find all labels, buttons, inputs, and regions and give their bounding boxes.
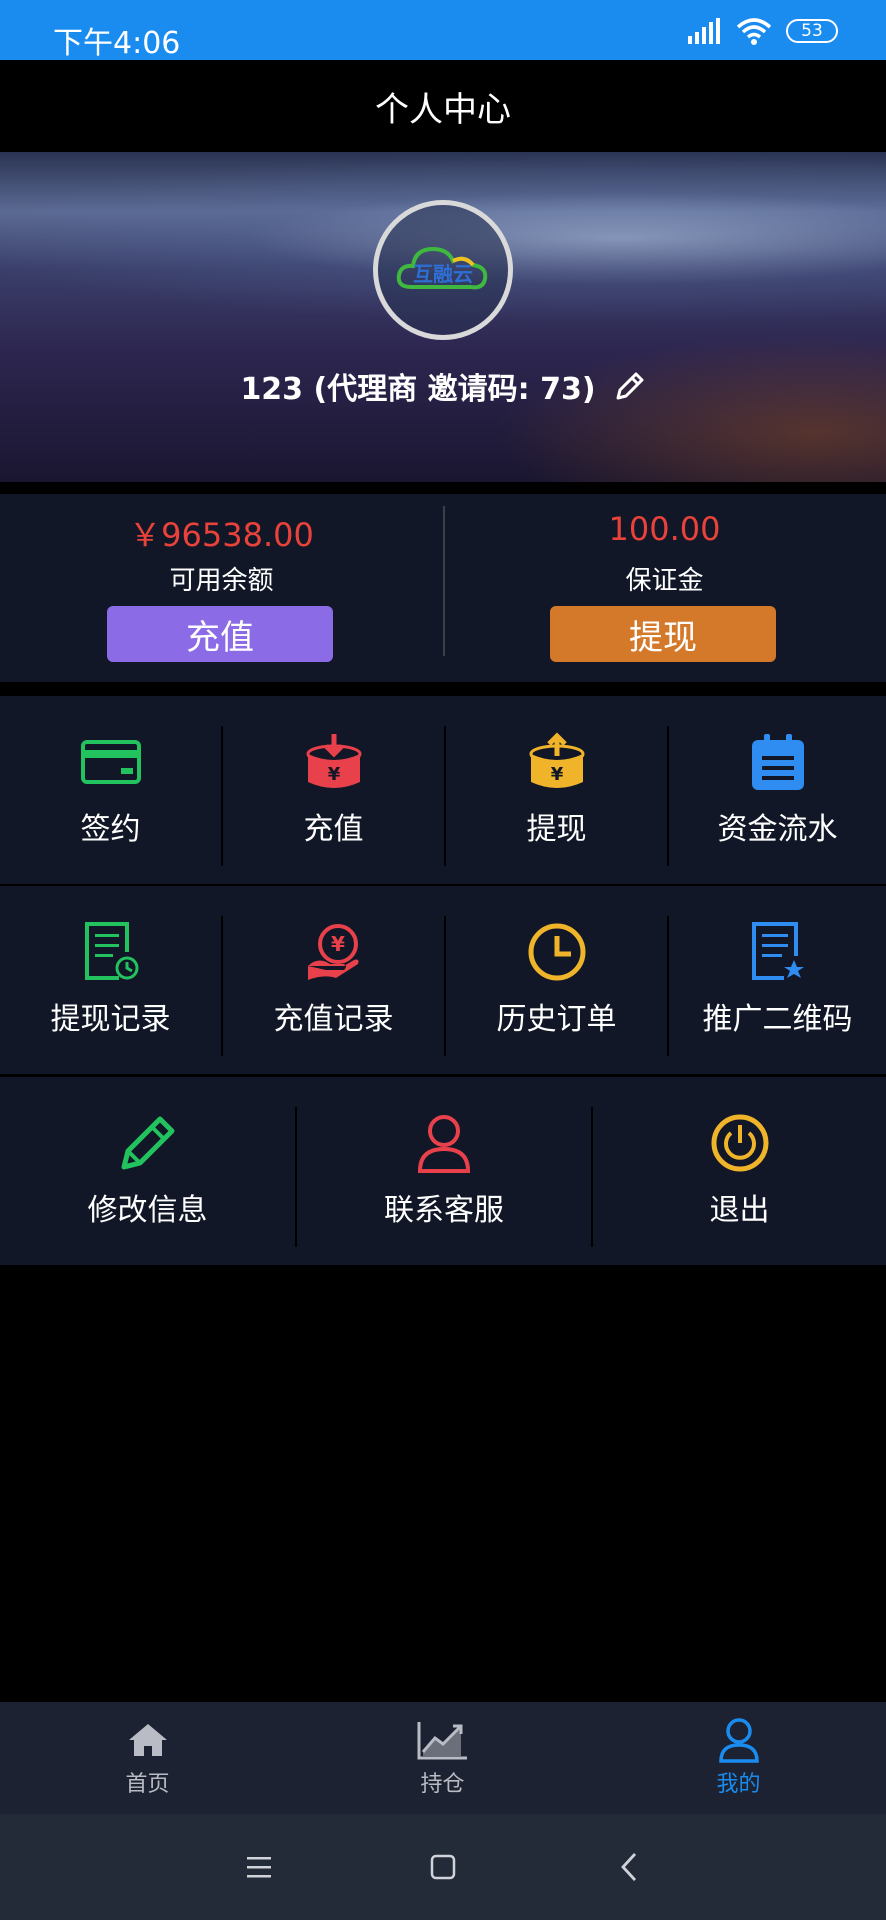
recharge-button[interactable]: 充值 bbox=[107, 606, 333, 662]
tab-label: 首页 bbox=[125, 1772, 170, 1797]
signal-icon bbox=[688, 18, 720, 44]
menu-item-edit-info[interactable]: 修改信息 bbox=[0, 1077, 295, 1265]
deposit-label: 保证金 bbox=[625, 566, 704, 596]
username: 123 (代理商 邀请码: 73) bbox=[240, 372, 596, 407]
withdraw-box-icon: ¥ bbox=[529, 732, 584, 788]
tab-positions[interactable]: 持仓 bbox=[295, 1702, 590, 1814]
menu-item-label: 历史订单 bbox=[496, 1002, 617, 1037]
deposit-balance: 100.00 保证金 提现 bbox=[443, 494, 886, 682]
menu-item-contact-service[interactable]: 联系客服 bbox=[297, 1077, 591, 1265]
document-star-icon bbox=[751, 922, 804, 980]
available-label: 可用余额 bbox=[169, 566, 274, 596]
withdraw-button[interactable]: 提现 bbox=[550, 606, 776, 662]
profile-banner: 互融云 123 (代理商 邀请码: 73) bbox=[0, 152, 886, 482]
power-icon bbox=[711, 1114, 768, 1172]
status-bar: 下午4:06 53 bbox=[0, 0, 886, 61]
cloud-logo-icon: 互融云 bbox=[396, 246, 488, 290]
svg-text:¥: ¥ bbox=[331, 932, 345, 956]
menu-item-label: 联系客服 bbox=[384, 1193, 504, 1228]
menu-item-recharge[interactable]: ¥ 充值 bbox=[223, 696, 444, 884]
deposit-amount: 100.00 bbox=[608, 510, 721, 548]
svg-text:¥: ¥ bbox=[327, 764, 340, 785]
chart-icon bbox=[417, 1722, 467, 1760]
battery-indicator: 53 bbox=[786, 19, 838, 43]
menu-item-label: 退出 bbox=[709, 1193, 770, 1228]
status-icons: 53 bbox=[688, 14, 838, 48]
back-chevron-icon bbox=[621, 1853, 637, 1881]
wifi-icon bbox=[736, 18, 772, 45]
logo-text: 互融云 bbox=[413, 262, 473, 286]
edit-pencil-icon[interactable] bbox=[614, 370, 646, 402]
svg-text:¥: ¥ bbox=[550, 764, 563, 785]
menu-item-label: 签约 bbox=[80, 812, 141, 847]
menu-item-withdraw-records[interactable]: 提现记录 bbox=[0, 886, 221, 1074]
pencil-icon bbox=[121, 1116, 174, 1170]
home-nav-button[interactable] bbox=[420, 1844, 466, 1890]
card-icon bbox=[80, 740, 141, 784]
status-time: 下午4:06 bbox=[53, 26, 181, 61]
menu-item-fund-flow[interactable]: 资金流水 bbox=[669, 696, 886, 884]
menu-item-withdraw[interactable]: ¥ 提现 bbox=[446, 696, 667, 884]
menu-item-label: 充值记录 bbox=[273, 1002, 394, 1037]
deposit-box-icon: ¥ bbox=[306, 734, 361, 788]
tab-mine[interactable]: 我的 bbox=[591, 1702, 886, 1814]
bottom-tab-bar: 首页 持仓 我的 bbox=[0, 1702, 886, 1814]
menu-item-label: 提现 bbox=[526, 812, 587, 847]
balance-panel: ￥96538.00 可用余额 充值 100.00 保证金 提现 bbox=[0, 494, 886, 682]
home-icon bbox=[128, 1724, 167, 1756]
menu-item-label: 资金流水 bbox=[717, 812, 838, 847]
back-nav-button[interactable] bbox=[606, 1844, 652, 1890]
person-icon bbox=[417, 1115, 471, 1173]
menu-row-2: 提现记录 ¥ 充值记录 历史订单 推广二维码 bbox=[0, 886, 886, 1074]
menu-row-3: 修改信息 联系客服 退出 bbox=[0, 1077, 886, 1265]
menu-item-label: 推广二维码 bbox=[702, 1002, 853, 1037]
square-icon bbox=[430, 1854, 456, 1880]
header: 个人中心 bbox=[0, 60, 886, 152]
document-clock-icon bbox=[84, 922, 138, 980]
menu-row-1: 签约 ¥ 充值 ¥ 提现 资金流水 bbox=[0, 696, 886, 884]
system-nav-bar bbox=[0, 1814, 886, 1920]
menu-icon bbox=[247, 1857, 271, 1878]
tab-home[interactable]: 首页 bbox=[0, 1702, 295, 1814]
clipboard-icon bbox=[751, 734, 804, 790]
menu-item-logout[interactable]: 退出 bbox=[593, 1077, 886, 1265]
hand-coin-icon: ¥ bbox=[307, 924, 358, 980]
menu-item-label: 充值 bbox=[303, 812, 364, 847]
user-icon bbox=[718, 1718, 759, 1763]
menu-item-label: 修改信息 bbox=[87, 1193, 208, 1228]
available-balance: ￥96538.00 可用余额 充值 bbox=[0, 494, 443, 682]
tab-label: 我的 bbox=[716, 1772, 761, 1797]
menu-nav-button[interactable] bbox=[236, 1844, 282, 1890]
user-info: 123 (代理商 邀请码: 73) bbox=[0, 364, 886, 408]
tab-label: 持仓 bbox=[420, 1772, 465, 1797]
available-amount: ￥96538.00 bbox=[129, 516, 314, 554]
menu-item-sign[interactable]: 签约 bbox=[0, 696, 221, 884]
menu-item-label: 提现记录 bbox=[50, 1002, 171, 1037]
page-title: 个人中心 bbox=[375, 89, 511, 130]
menu-item-history-orders[interactable]: 历史订单 bbox=[446, 886, 667, 1074]
clock-icon bbox=[528, 923, 585, 981]
avatar[interactable]: 互融云 bbox=[373, 200, 513, 340]
menu-item-recharge-records[interactable]: ¥ 充值记录 bbox=[223, 886, 444, 1074]
menu-item-qr-code[interactable]: 推广二维码 bbox=[669, 886, 886, 1074]
